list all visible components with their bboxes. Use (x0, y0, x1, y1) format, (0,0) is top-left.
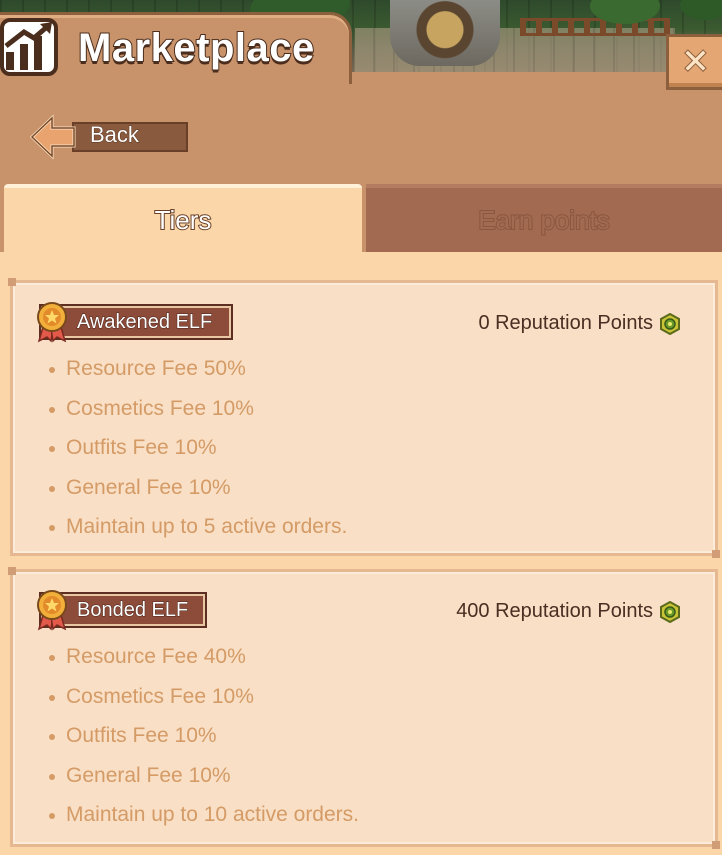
back-label: Back (90, 122, 140, 148)
list-item: Maintain up to 5 active orders. (47, 514, 347, 554)
tab-earn-points[interactable]: Earn points (366, 184, 722, 252)
reputation-coin-icon (660, 312, 680, 335)
perk-list: Resource Fee 40% Cosmetics Fee 10% Outfi… (47, 644, 359, 842)
list-item: Cosmetics Fee 10% (47, 684, 359, 724)
reputation-requirement: 0 Reputation Points (478, 312, 681, 335)
list-item: Cosmetics Fee 10% (47, 396, 347, 436)
chart-up-icon (0, 18, 58, 76)
list-item: General Fee 10% (47, 475, 347, 515)
medal-icon (37, 590, 67, 631)
tab-earn-points-label: Earn points (477, 204, 611, 236)
reputation-label: 0 Reputation Points (478, 312, 653, 334)
tier-name: Awakened ELF (76, 310, 213, 333)
tier-card-bonded: Bonded ELF 400 Reputation Points Resourc… (8, 567, 720, 849)
perk-list: Resource Fee 50% Cosmetics Fee 10% Outfi… (47, 356, 347, 554)
list-item: Outfits Fee 10% (47, 723, 359, 763)
fence-sprite (520, 18, 670, 36)
reputation-coin-icon (660, 600, 680, 623)
machine-sprite (390, 0, 500, 66)
reputation-requirement: 400 Reputation Points (456, 600, 681, 623)
page-title: Marketplace (77, 25, 315, 71)
tab-tiers[interactable]: Tiers (4, 184, 362, 252)
reputation-label: 400 Reputation Points (456, 600, 653, 622)
medal-icon (37, 302, 67, 343)
tier-card-awakened: Awakened ELF 0 Reputation Points Resourc… (8, 278, 720, 558)
back-arrow-icon (29, 114, 76, 160)
list-item: Maintain up to 10 active orders. (47, 802, 359, 842)
tier-badge: Awakened ELF (39, 304, 233, 340)
list-item: Resource Fee 50% (47, 356, 347, 396)
close-button[interactable]: ✕ (666, 34, 722, 90)
list-item: General Fee 10% (47, 763, 359, 803)
list-item: Resource Fee 40% (47, 644, 359, 684)
close-icon: ✕ (680, 43, 710, 81)
tab-tiers-label: Tiers (154, 204, 213, 236)
list-item: Outfits Fee 10% (47, 435, 347, 475)
